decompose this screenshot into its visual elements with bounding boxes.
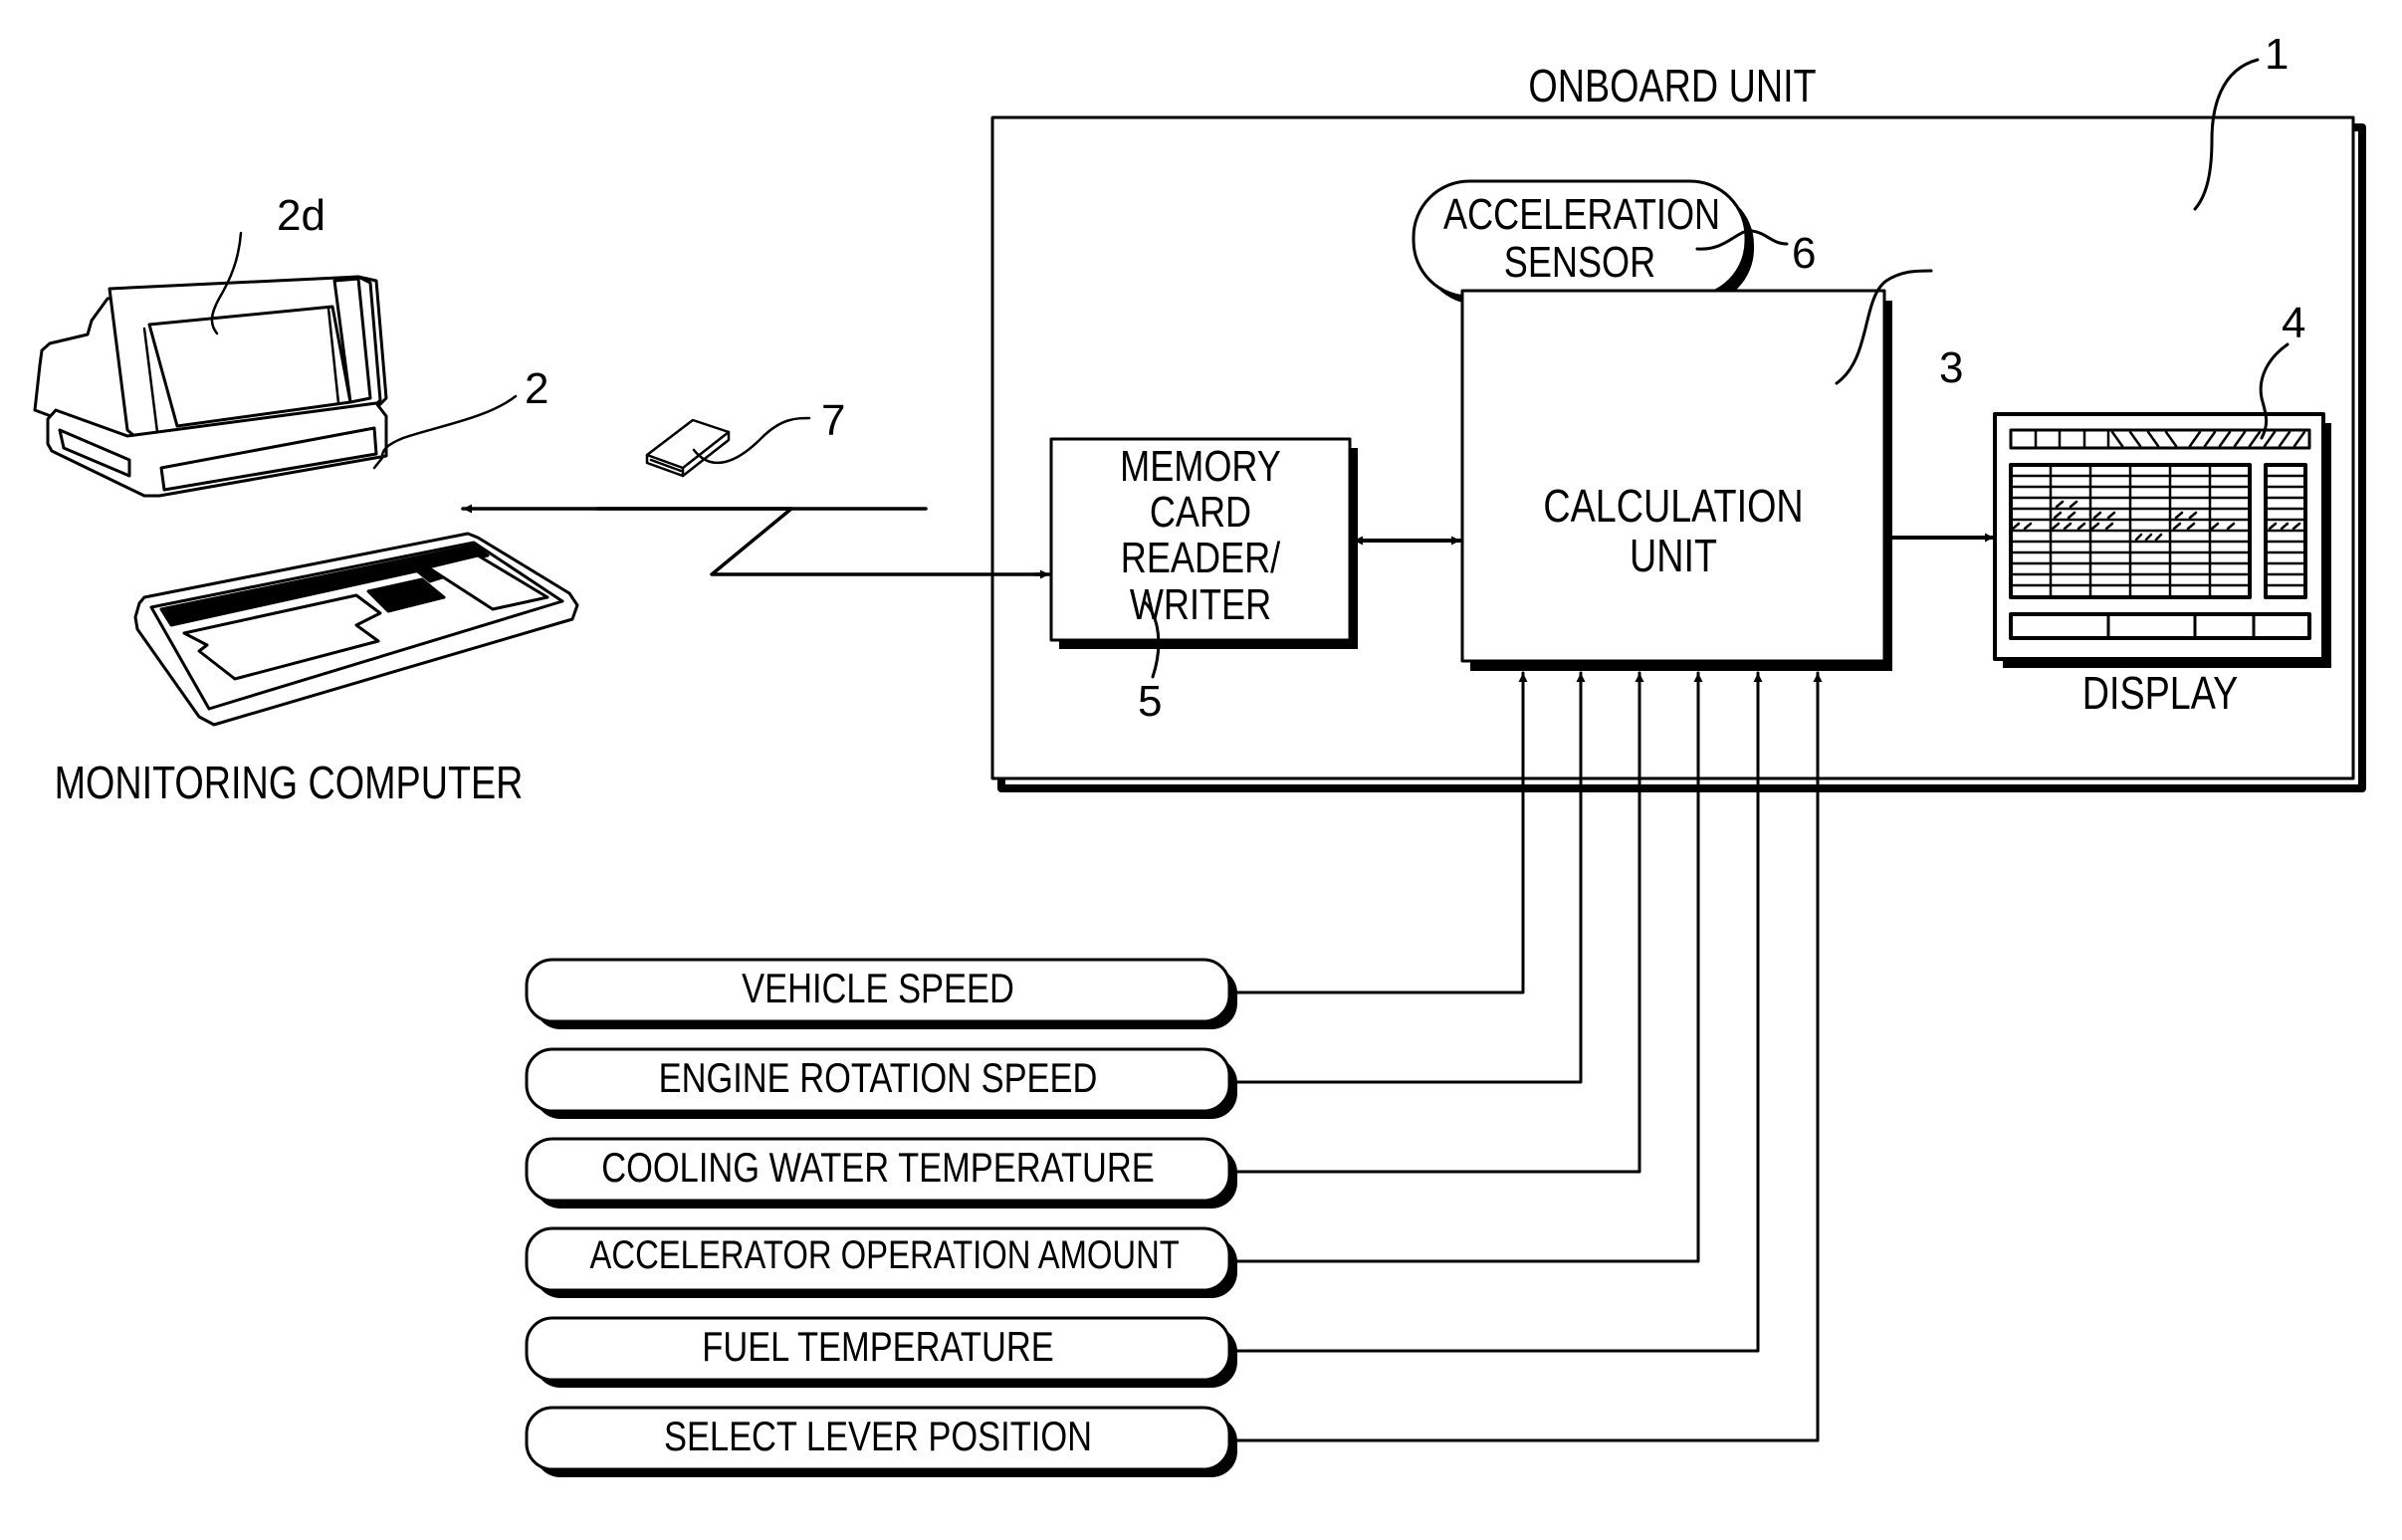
- memory-card-icon: [645, 418, 731, 478]
- input-label-engine-rotation-speed: ENGINE ROTATION SPEED: [658, 1054, 1098, 1101]
- monitoring-computer-ref: 2: [525, 364, 549, 413]
- leader-line-2: [372, 394, 518, 470]
- memory-card-reader-writer-line-4: WRITER: [1129, 579, 1272, 629]
- calculation-unit-label: CALCULATION UNIT: [1500, 480, 1847, 581]
- input-label-accelerator-operation-amount: ACCELERATOR OPERATION AMOUNT: [589, 1233, 1180, 1277]
- memory-card-reader-writer-ref: 5: [1138, 677, 1163, 726]
- onboard-unit-title: ONBOARD UNIT: [1528, 60, 1817, 111]
- memory-card-reader-writer-line-1: MEMORY: [1120, 442, 1281, 491]
- display-device: [1993, 412, 2331, 668]
- calculation-unit-line-1: CALCULATION: [1543, 480, 1804, 532]
- input-label-fuel-temperature: FUEL TEMPERATURE: [702, 1323, 1054, 1370]
- zigzag-link: [595, 507, 1047, 576]
- acceleration-sensor-ref: 6: [1792, 229, 1817, 278]
- input-label-select-lever-position: SELECT LEVER POSITION: [663, 1413, 1092, 1459]
- monitoring-computer-title: MONITORING COMPUTER: [54, 757, 524, 808]
- patent-block-diagram: ONBOARD UNIT 1 ACCELERATION SENSOR 6 CAL…: [0, 0, 2402, 1540]
- memory-card-reader-writer-line-2: CARD: [1149, 488, 1252, 538]
- calculation-unit-line-2: UNIT: [1629, 529, 1717, 581]
- memory-card-ref: 7: [821, 396, 846, 445]
- memory-card-reader-writer-label: MEMORY CARD READER/ WRITER: [1078, 442, 1323, 629]
- onboard-unit-ref: 1: [2265, 30, 2290, 79]
- memory-card-reader-writer-line-3: READER/: [1120, 534, 1281, 583]
- input-label-vehicle-speed: VEHICLE SPEED: [742, 965, 1014, 1011]
- acceleration-sensor-line-2: SENSOR: [1503, 237, 1656, 287]
- input-pills: [525, 958, 1237, 1477]
- acceleration-sensor-label: ACCELERATION SENSOR: [1443, 190, 1721, 287]
- input-label-cooling-water-temperature: COOLING WATER TEMPERATURE: [601, 1144, 1155, 1191]
- display-title: DISPLAY: [2081, 667, 2239, 719]
- monitoring-computer-screen-ref: 2d: [277, 191, 326, 240]
- display-ref: 4: [2282, 299, 2306, 347]
- monitoring-computer-icon: [33, 275, 579, 727]
- acceleration-sensor-line-1: ACCELERATION: [1443, 190, 1721, 239]
- calculation-unit-ref: 3: [1939, 343, 1964, 392]
